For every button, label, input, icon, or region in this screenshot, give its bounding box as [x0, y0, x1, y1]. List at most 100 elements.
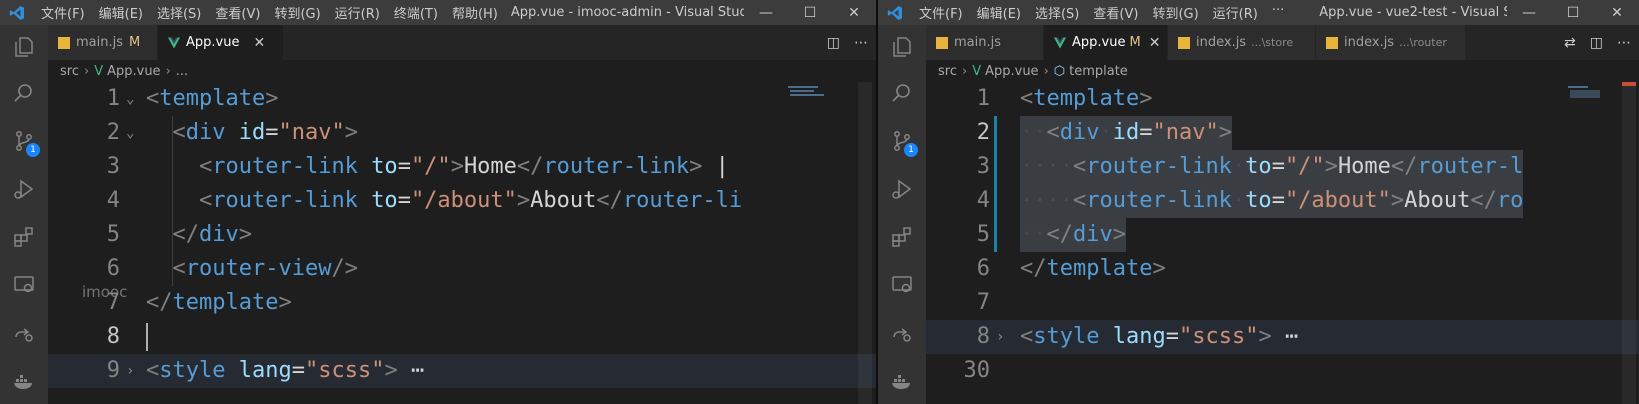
code-line[interactable]: 7 </template> [48, 286, 876, 320]
live-share-icon[interactable] [878, 313, 926, 353]
breadcrumb-more[interactable]: ... [176, 64, 188, 79]
menu-item[interactable]: 选择(S) [150, 3, 208, 22]
code-token: lang [1112, 324, 1166, 349]
menu-item[interactable]: 终端(T) [387, 3, 445, 22]
code-text: ····<router-link·to="/about">About</ro [1020, 184, 1524, 218]
split-editor-icon[interactable]: ◫ [1590, 35, 1603, 51]
code-line[interactable]: 30 [926, 354, 1639, 388]
vscode-logo-icon [878, 5, 912, 21]
menu-item[interactable]: 运行(R) [328, 3, 387, 22]
vertical-scrollbar[interactable] [858, 82, 872, 404]
breadcrumb-symbol[interactable]: template [1069, 64, 1128, 79]
code-line[interactable]: 3 ····<router-link·to="/">Home</router-l [926, 150, 1639, 184]
extensions-icon[interactable] [0, 217, 48, 257]
explorer-icon[interactable] [0, 27, 48, 67]
source-control-icon[interactable]: 1 [878, 121, 926, 161]
code-token: < [1020, 324, 1034, 349]
fold-collapse-icon[interactable]: ⌄ [126, 82, 134, 116]
search-icon[interactable] [878, 73, 926, 113]
live-share-icon[interactable] [0, 313, 48, 353]
scm-badge: 1 [26, 143, 40, 157]
code-line[interactable]: 9 › <style lang="scss"> ⋯ [48, 354, 876, 388]
tab-index-js-store[interactable]: index.js ...\store [1168, 25, 1316, 60]
close-window-button[interactable]: ✕ [832, 5, 876, 21]
code-token: to [1245, 188, 1272, 213]
menu-item[interactable]: 转到(G) [267, 3, 327, 22]
breadcrumb-file[interactable]: App.vue [107, 64, 160, 79]
tab-main-js[interactable]: main.js M [48, 25, 158, 60]
menu-item[interactable]: ··· [1265, 3, 1291, 22]
docker-icon[interactable] [878, 361, 926, 401]
code-line[interactable]: 4 ····<router-link·to="/about">About</ro [926, 184, 1639, 218]
search-icon[interactable] [0, 73, 48, 113]
remote-explorer-icon[interactable] [0, 265, 48, 305]
menu-item[interactable]: 转到(G) [1145, 3, 1205, 22]
minimize-button[interactable]: — [1507, 5, 1551, 21]
close-tab-icon[interactable]: ✕ [253, 35, 265, 51]
minimize-button[interactable]: — [744, 5, 788, 21]
docker-icon[interactable] [0, 361, 48, 401]
menu-item[interactable]: 选择(S) [1028, 3, 1086, 22]
scm-badge: 1 [904, 143, 918, 157]
minimap[interactable] [1566, 82, 1626, 404]
minimap[interactable] [786, 82, 846, 404]
run-debug-icon[interactable] [0, 169, 48, 209]
line-number: 3 [106, 154, 120, 179]
js-icon [1178, 36, 1190, 49]
code-line[interactable]: 1 ⌄ <template> [48, 82, 876, 116]
tab-index-js-router[interactable]: index.js ...\router [1316, 25, 1466, 60]
split-editor-icon[interactable]: ◫ [827, 35, 840, 51]
code-editor[interactable]: 1 ⌄ <template> 2 ⌄ <div id="nav"> 3 <router-l… [48, 82, 876, 404]
vscode-window-left: 文件(F) 编辑(E) 选择(S) 查看(V) 转到(G) 运行(R) 终端(T) 帮助(H)… [0, 0, 876, 404]
code-text: ····<router-link·to="/">Home</router-l [1020, 150, 1524, 184]
remote-explorer-icon[interactable] [878, 265, 926, 305]
fold-expand-icon[interactable]: › [126, 354, 134, 388]
breadcrumb-src[interactable]: src [60, 64, 79, 79]
code-token: · [1231, 188, 1246, 213]
line-number: 3 [976, 154, 990, 179]
run-debug-icon[interactable] [878, 169, 926, 209]
code-token: = [265, 120, 279, 145]
maximize-button[interactable]: ☐ [1551, 5, 1595, 21]
maximize-button[interactable]: ☐ [788, 5, 832, 21]
more-actions-icon[interactable]: ⋯ [1617, 35, 1631, 51]
menu-item[interactable]: 帮助(H) [445, 3, 505, 22]
vertical-scrollbar[interactable] [1622, 82, 1636, 404]
close-tab-icon[interactable]: ✕ [1149, 35, 1161, 51]
breadcrumb: src › V App.vue › ... [48, 60, 876, 82]
whitespace-marker: ···· [1020, 188, 1073, 213]
code-token: > [1258, 324, 1272, 349]
code-line[interactable]: 5 ··</div> [926, 218, 1639, 252]
explorer-icon[interactable] [878, 27, 926, 67]
tab-label: main.js [954, 35, 1001, 50]
fold-collapse-icon[interactable]: ⌄ [126, 116, 134, 150]
source-control-icon[interactable]: 1 [0, 121, 48, 161]
tab-main-js[interactable]: main.js [926, 25, 1044, 60]
extensions-icon[interactable] [878, 217, 926, 257]
menu-item[interactable]: 文件(F) [912, 3, 970, 22]
menu-item[interactable]: 文件(F) [34, 3, 92, 22]
fold-expand-icon[interactable]: › [996, 320, 1004, 354]
compare-changes-icon[interactable]: ⇄ [1564, 35, 1576, 51]
code-line[interactable]: 8 [48, 320, 876, 354]
code-line[interactable]: 2 ··<div·id="nav"> [926, 116, 1639, 150]
code-line[interactable]: 1 <template> [926, 82, 1639, 116]
menu-item[interactable]: 运行(R) [1206, 3, 1265, 22]
code-text: </div> [146, 218, 253, 252]
breadcrumb-src[interactable]: src [938, 64, 957, 79]
code-line[interactable]: 8 › <style lang="scss"> ⋯ [926, 320, 1639, 354]
code-line[interactable]: 6 </template> [926, 252, 1639, 286]
js-icon [1326, 36, 1338, 49]
close-window-button[interactable]: ✕ [1595, 5, 1639, 21]
menu-item[interactable]: 查看(V) [1086, 3, 1145, 22]
code-line[interactable]: 7 [926, 286, 1639, 320]
tab-app-vue[interactable]: App.vue M ✕ [1044, 25, 1168, 60]
breadcrumb-file[interactable]: App.vue [985, 64, 1038, 79]
tab-app-vue[interactable]: App.vue ✕ [158, 25, 284, 60]
menu-item[interactable]: 查看(V) [208, 3, 267, 22]
menu-item[interactable]: 编辑(E) [92, 3, 150, 22]
menu-item[interactable]: 编辑(E) [970, 3, 1028, 22]
more-actions-icon[interactable]: ⋯ [854, 35, 868, 51]
code-text: <style lang="scss"> ⋯ [1020, 320, 1298, 354]
code-editor[interactable]: 1 <template> 2 ··<div·id="nav"> 3 ····<router… [926, 82, 1639, 404]
